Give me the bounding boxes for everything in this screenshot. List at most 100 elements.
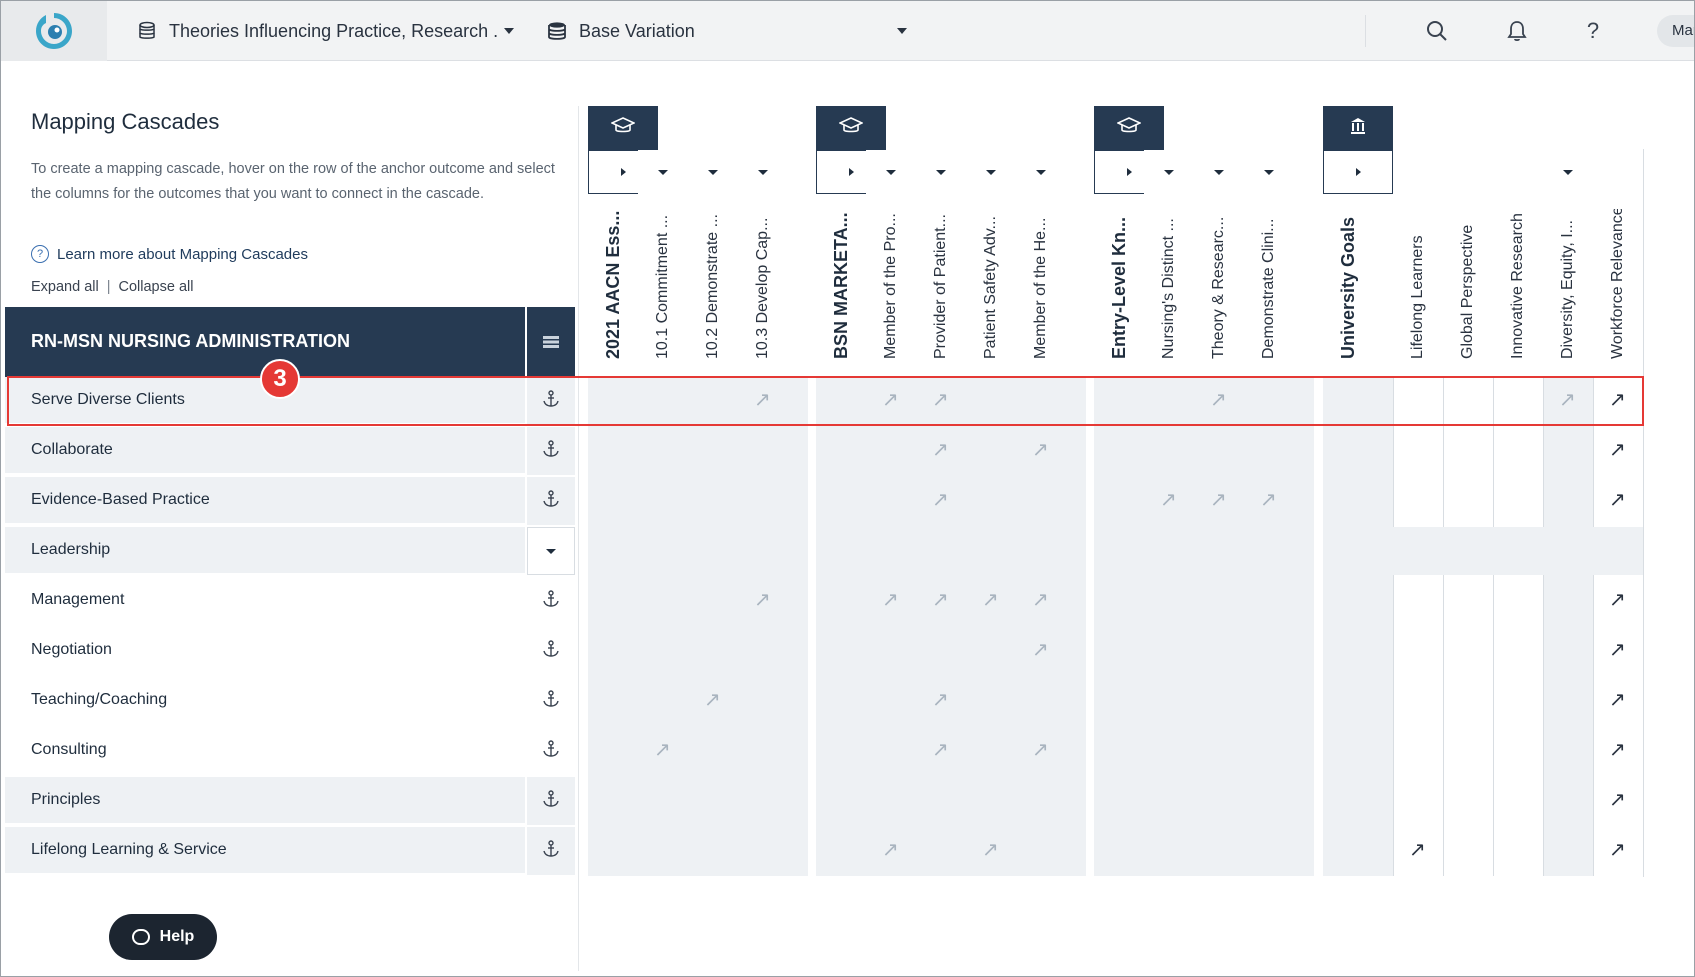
mapping-arrow-icon[interactable]: ↗ <box>1609 740 1626 760</box>
expand-group-button[interactable] <box>1323 150 1393 194</box>
outcome-row[interactable]: Lifelong Learning & Service <box>5 827 525 875</box>
anchor-button[interactable] <box>527 827 575 875</box>
column-dropdown-button[interactable] <box>966 150 1016 194</box>
column-header-label[interactable]: Diversity, Equity, I... <box>1553 209 1583 359</box>
column-header-label[interactable]: Provider of Patient... <box>926 209 956 359</box>
mapping-arrow-icon[interactable]: ↗ <box>982 840 999 860</box>
column-group-header <box>816 106 886 150</box>
column-dropdown-button[interactable] <box>738 150 788 194</box>
chevron-right-icon <box>1355 168 1361 176</box>
mapping-arrow-icon[interactable]: ↗ <box>704 690 721 710</box>
column-dropdown-button[interactable] <box>916 150 966 194</box>
outcome-row[interactable]: Consulting <box>5 727 525 775</box>
anchor-button[interactable] <box>527 777 575 825</box>
chevron-down-icon <box>936 169 946 175</box>
mapping-arrow-icon[interactable]: ↗ <box>932 440 949 460</box>
mapping-arrow-icon[interactable]: ↗ <box>882 840 899 860</box>
anchor-button[interactable] <box>527 577 575 625</box>
program-menu-button[interactable] <box>527 307 575 377</box>
mapping-arrow-icon[interactable]: ↗ <box>1609 490 1626 510</box>
bell-icon[interactable] <box>1501 15 1533 47</box>
column-header-label[interactable]: Nursing's Distinct ... <box>1154 209 1184 359</box>
mapping-arrow-icon[interactable]: ↗ <box>932 590 949 610</box>
outcome-row[interactable]: Leadership <box>5 527 525 575</box>
mapping-arrow-icon[interactable]: ↗ <box>1032 740 1049 760</box>
collapse-all-link[interactable]: Collapse all <box>119 279 194 295</box>
mapping-arrow-icon[interactable]: ↗ <box>754 590 771 610</box>
search-icon[interactable] <box>1421 15 1453 47</box>
column-header-label[interactable]: 10.3 Develop Cap... <box>748 209 778 359</box>
outcome-row[interactable]: Teaching/Coaching <box>5 677 525 725</box>
column-header-label[interactable]: 10.1 Commitment ... <box>648 209 678 359</box>
variation-selector[interactable]: Base Variation <box>547 1 907 61</box>
column-header-label[interactable]: Member of the Pro... <box>876 209 906 359</box>
logo-icon[interactable] <box>1 1 107 61</box>
mapping-arrow-icon[interactable]: ↗ <box>932 690 949 710</box>
mapping-arrow-icon[interactable]: ↗ <box>1609 590 1626 610</box>
outcome-label: Principles <box>31 791 101 808</box>
mapping-arrow-icon[interactable]: ↗ <box>882 590 899 610</box>
anchor-button[interactable] <box>527 427 575 475</box>
mapping-arrow-icon[interactable]: ↗ <box>654 740 671 760</box>
mapping-arrow-icon[interactable]: ↗ <box>932 740 949 760</box>
column-dropdown-button[interactable] <box>688 150 738 194</box>
column-header-label[interactable]: Innovative Research <box>1503 209 1533 359</box>
outcome-row[interactable]: Principles <box>5 777 525 825</box>
mapping-arrow-icon[interactable]: ↗ <box>1609 640 1626 660</box>
column-header-label[interactable]: 2021 AACN Ess... <box>598 209 628 359</box>
mapping-arrow-icon[interactable]: ↗ <box>1032 440 1049 460</box>
column-dropdown-button[interactable] <box>866 150 916 194</box>
column-dropdown-button[interactable] <box>1543 150 1593 194</box>
column-dropdown-button[interactable] <box>1016 150 1066 194</box>
column-header-label[interactable]: Patient Safety Adv... <box>976 209 1006 359</box>
mapping-arrow-icon[interactable]: ↗ <box>982 590 999 610</box>
mapping-arrow-icon[interactable]: ↗ <box>1032 640 1049 660</box>
anchor-button[interactable] <box>527 677 575 725</box>
outcome-row[interactable]: Collaborate <box>5 427 525 475</box>
mapping-arrow-icon[interactable]: ↗ <box>1409 840 1426 860</box>
row-dropdown-button[interactable] <box>527 527 575 575</box>
anchor-button[interactable] <box>527 477 575 525</box>
project-selector[interactable]: Theories Influencing Practice, Research … <box>137 1 515 61</box>
outcome-row[interactable]: Management <box>5 577 525 625</box>
column-header-label[interactable]: University Goals <box>1333 209 1363 359</box>
outcome-row[interactable]: Evidence-Based Practice <box>5 477 525 525</box>
learn-more-link[interactable]: ? Learn more about Mapping Cascades <box>31 245 308 263</box>
mapping-arrow-icon[interactable]: ↗ <box>1160 490 1177 510</box>
mapping-arrow-icon[interactable]: ↗ <box>1609 840 1626 860</box>
outcome-label: Leadership <box>31 541 111 558</box>
mapping-arrow-icon[interactable]: ↗ <box>1609 440 1626 460</box>
column-header-label[interactable]: Member of the He... <box>1026 209 1056 359</box>
column-header-label[interactable]: Global Perspective <box>1453 209 1483 359</box>
outcome-label: Teaching/Coaching <box>31 691 168 708</box>
anchor-button[interactable] <box>527 727 575 775</box>
mapping-arrow-icon[interactable]: ↗ <box>1260 490 1277 510</box>
help-icon[interactable]: ? <box>1577 15 1609 47</box>
question-circle-icon: ? <box>31 245 49 263</box>
mapping-arrow-icon[interactable]: ↗ <box>932 490 949 510</box>
column-header-label[interactable]: Entry-Level Kn... <box>1104 209 1134 359</box>
mapping-arrow-icon[interactable]: ↗ <box>1609 790 1626 810</box>
column-header-label[interactable]: Demonstrate Clini... <box>1254 209 1284 360</box>
column-dropdown-button[interactable] <box>1194 150 1244 194</box>
column-header-label[interactable]: BSN MARKETA... <box>826 209 856 359</box>
column-header-label[interactable]: Lifelong Learners <box>1403 209 1433 359</box>
help-button[interactable]: Help <box>109 914 217 960</box>
mapping-arrow-icon[interactable]: ↗ <box>1609 690 1626 710</box>
user-menu[interactable]: Mar <box>1657 15 1694 47</box>
mapping-arrow-icon[interactable]: ↗ <box>1210 490 1227 510</box>
outcome-label: Collaborate <box>31 441 113 458</box>
link-separator: | <box>106 279 111 295</box>
column-header-label[interactable]: Workforce Relevance <box>1603 209 1633 359</box>
column-header-label[interactable]: Theory & Researc... <box>1204 209 1234 359</box>
column-dropdown-button[interactable] <box>1144 150 1194 194</box>
anchor-icon <box>542 589 560 613</box>
outcome-label: Evidence-Based Practice <box>31 491 210 508</box>
expand-all-link[interactable]: Expand all <box>31 279 99 295</box>
column-header-label[interactable]: 10.2 Demonstrate ... <box>698 209 728 359</box>
column-dropdown-button[interactable] <box>638 150 688 194</box>
mapping-arrow-icon[interactable]: ↗ <box>1032 590 1049 610</box>
column-dropdown-button[interactable] <box>1244 150 1294 194</box>
anchor-button[interactable] <box>527 627 575 675</box>
outcome-row[interactable]: Negotiation <box>5 627 525 675</box>
